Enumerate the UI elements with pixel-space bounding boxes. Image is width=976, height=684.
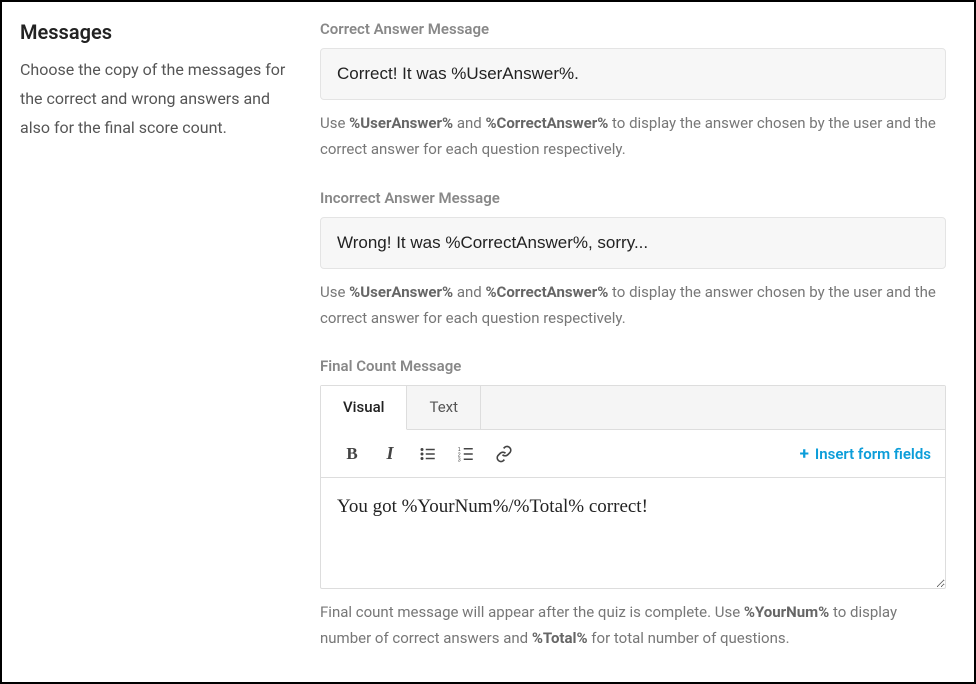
svg-text:3: 3: [458, 457, 461, 463]
bullet-list-button[interactable]: [411, 437, 445, 471]
hint-var: %Total%: [532, 629, 588, 647]
correct-answer-group: Correct Answer Message Use %UserAnswer% …: [320, 20, 946, 163]
hint-var: %CorrectAnswer%: [485, 114, 608, 132]
editor-toolbar: B I 123 + Insert form fields: [321, 430, 945, 478]
final-count-group: Final Count Message Visual Text B I 123: [320, 357, 946, 652]
section-description: Choose the copy of the messages for the …: [20, 56, 290, 142]
sidebar: Messages Choose the copy of the messages…: [20, 20, 290, 682]
rich-text-editor: Visual Text B I 123: [320, 385, 946, 589]
hint-text: for total number of questions.: [588, 629, 790, 647]
hint-text: and: [453, 283, 485, 301]
italic-button[interactable]: I: [373, 437, 407, 471]
section-title: Messages: [20, 20, 290, 44]
hint-text: Use: [320, 114, 349, 132]
hint-text: Final count message will appear after th…: [320, 603, 744, 621]
messages-panel: Messages Choose the copy of the messages…: [0, 0, 976, 684]
tab-text[interactable]: Text: [407, 386, 481, 429]
link-button[interactable]: [487, 437, 521, 471]
plus-icon: +: [800, 444, 809, 464]
incorrect-answer-input[interactable]: [320, 217, 946, 269]
hint-var: %YourNum%: [744, 603, 829, 621]
numbered-list-button[interactable]: 123: [449, 437, 483, 471]
correct-answer-hint: Use %UserAnswer% and %CorrectAnswer% to …: [320, 110, 946, 163]
correct-answer-label: Correct Answer Message: [320, 20, 946, 38]
hint-text: Use: [320, 283, 349, 301]
editor-tabs: Visual Text: [321, 386, 945, 430]
hint-var: %CorrectAnswer%: [485, 283, 608, 301]
link-icon: [495, 445, 513, 463]
bullet-list-icon: [419, 445, 437, 463]
hint-var: %UserAnswer%: [349, 114, 453, 132]
final-count-editor[interactable]: You got %YourNum%/%Total% correct!: [321, 478, 945, 588]
form-area: Correct Answer Message Use %UserAnswer% …: [320, 20, 946, 682]
incorrect-answer-label: Incorrect Answer Message: [320, 189, 946, 207]
final-count-hint: Final count message will appear after th…: [320, 599, 946, 652]
correct-answer-input[interactable]: [320, 48, 946, 100]
numbered-list-icon: 123: [457, 445, 475, 463]
incorrect-answer-group: Incorrect Answer Message Use %UserAnswer…: [320, 189, 946, 332]
hint-text: and: [453, 114, 485, 132]
hint-var: %UserAnswer%: [349, 283, 453, 301]
insert-form-fields-button[interactable]: + Insert form fields: [800, 444, 931, 464]
incorrect-answer-hint: Use %UserAnswer% and %CorrectAnswer% to …: [320, 279, 946, 332]
final-count-label: Final Count Message: [320, 357, 946, 375]
tab-visual[interactable]: Visual: [321, 386, 407, 430]
insert-form-fields-label: Insert form fields: [815, 445, 931, 463]
bold-button[interactable]: B: [335, 437, 369, 471]
